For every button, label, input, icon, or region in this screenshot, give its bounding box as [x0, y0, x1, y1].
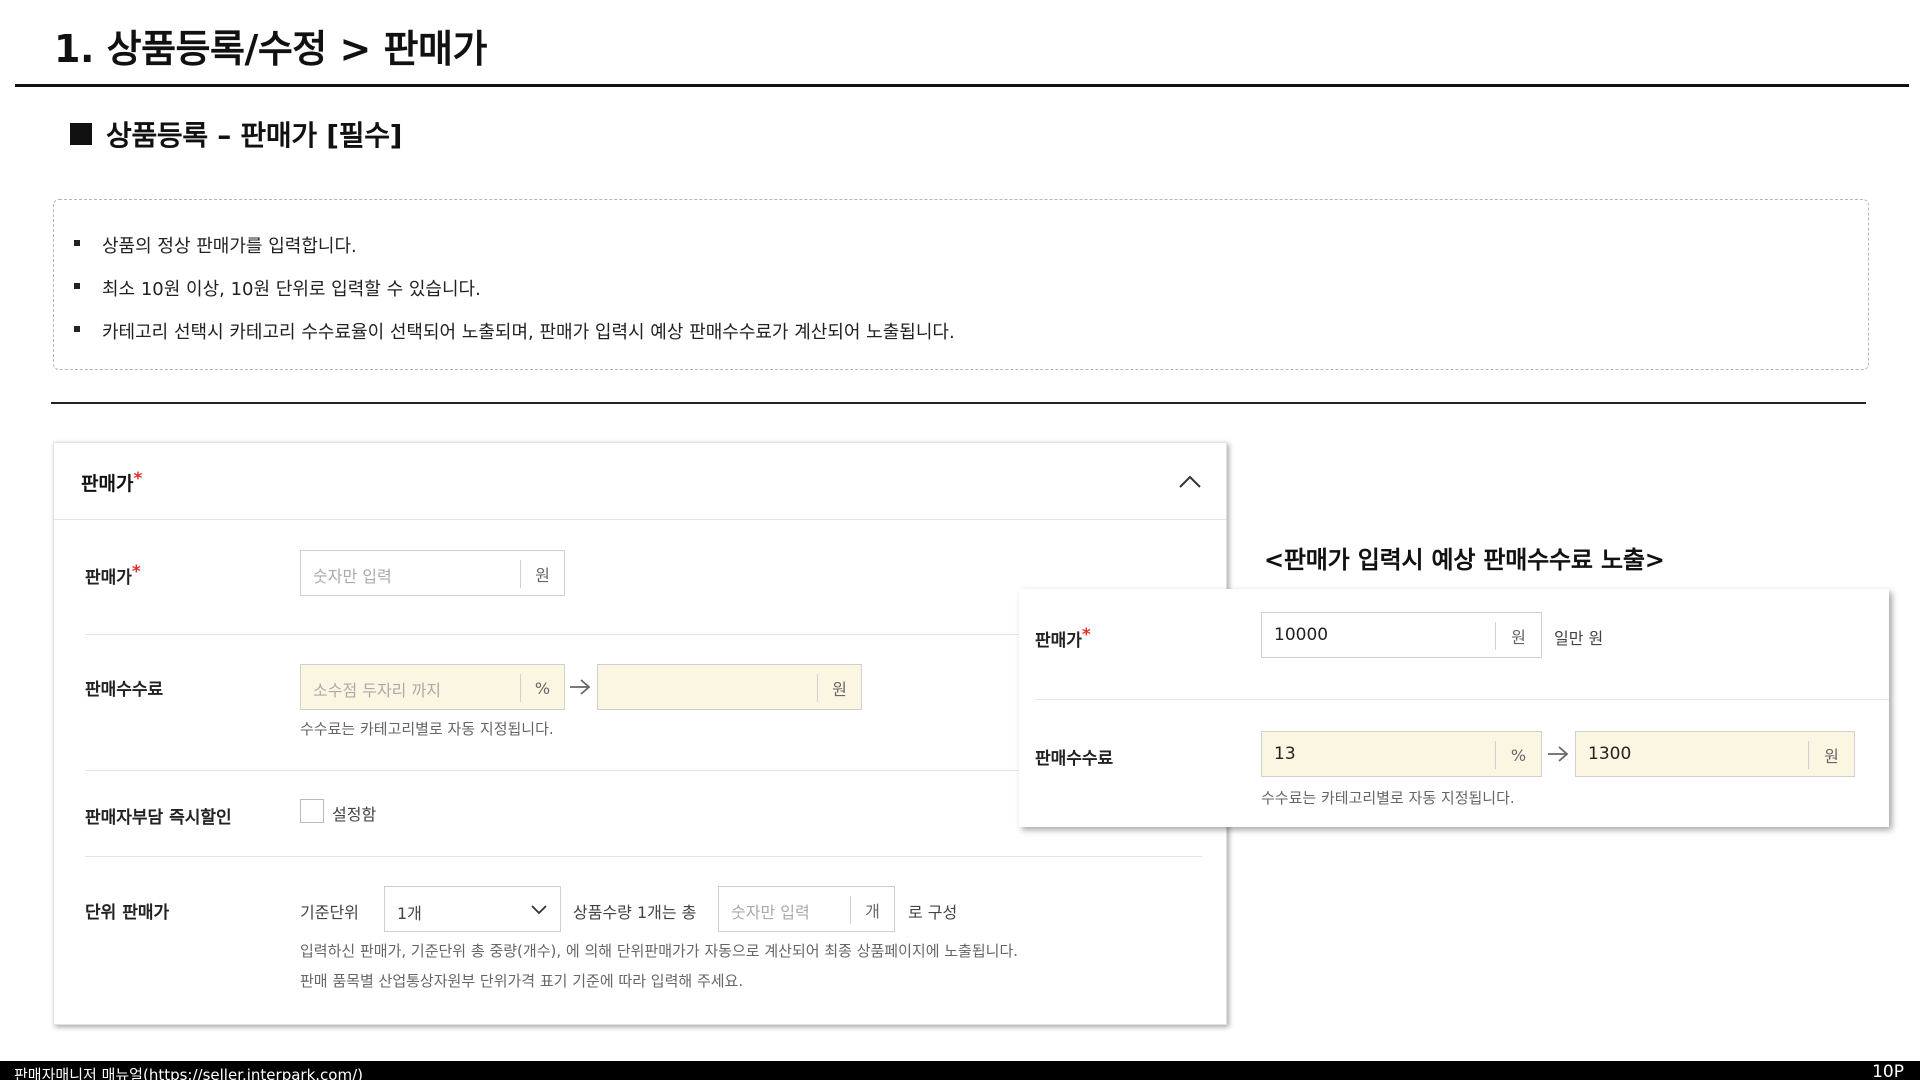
price-label-text: 판매가 [85, 568, 132, 588]
info-item-text: 카테고리 선택시 카테고리 수수료율이 선택되어 노출되며, 판매가 입력시 예… [102, 322, 955, 343]
base-unit-select[interactable]: 1개 [384, 886, 561, 932]
price-label: 판매가* [85, 562, 141, 588]
info-box: 상품의 정상 판매가를 입력합니다. 최소 10원 이상, 10원 단위로 입력… [53, 199, 1869, 370]
section-heading: 상품등록 – 판매가 [필수] [70, 114, 402, 154]
discount-checkbox[interactable] [300, 799, 324, 823]
square-bullet-icon [70, 123, 92, 145]
preview-caption: <판매가 입력시 예상 판매수수료 노출> [1264, 546, 1665, 574]
panel-title: 판매가* [81, 469, 142, 496]
info-item: 최소 10원 이상, 10원 단위로 입력할 수 있습니다. [74, 275, 955, 318]
preview-rate-value: 13 [1274, 744, 1296, 764]
preview-price-readable: 일만 원 [1554, 629, 1604, 648]
unit-price-label: 단위 판매가 [85, 903, 170, 923]
discount-checkbox-label[interactable]: 설정함 [332, 801, 376, 825]
arrow-right-icon [1548, 746, 1569, 762]
chevron-up-icon[interactable] [1178, 471, 1202, 491]
price-input-placeholder: 숫자만 입력 [313, 567, 392, 586]
preview-rate-unit: % [1495, 741, 1541, 769]
commission-amount-unit: 원 [817, 674, 861, 702]
section-divider [51, 402, 1866, 404]
title-divider [15, 84, 1909, 87]
footer-text: 판매자매니저 매뉴얼(https://seller.interpark.com/… [14, 1066, 363, 1080]
preview-price-label-text: 판매가 [1035, 631, 1082, 651]
commission-rate-unit: % [520, 674, 564, 702]
info-list: 상품의 정상 판매가를 입력합니다. 최소 10원 이상, 10원 단위로 입력… [74, 232, 955, 361]
commission-hint: 수수료는 카테고리별로 자동 지정됩니다. [300, 720, 554, 738]
unit-price-hint-1: 입력하신 판매가, 기준단위 총 중량(개수), 에 의해 단위판매가가 자동으… [300, 942, 1019, 960]
preview-commission-label: 판매수수료 [1035, 749, 1114, 769]
preview-price-unit: 원 [1495, 622, 1541, 650]
required-mark: * [133, 469, 143, 489]
preview-amount-input[interactable]: 1300 원 [1575, 731, 1855, 777]
row-divider [1035, 699, 1889, 700]
preview-amount-value: 1300 [1588, 744, 1632, 764]
commission-label: 판매수수료 [85, 680, 164, 700]
page-number: 10P [1872, 1062, 1904, 1080]
commission-rate-input[interactable]: 소수점 두자리 까지 % [300, 664, 565, 710]
page-title: 1. 상품등록/수정 > 판매가 [54, 27, 487, 71]
qty-suffix: 로 구성 [908, 903, 958, 922]
info-item-text: 최소 10원 이상, 10원 단위로 입력할 수 있습니다. [102, 279, 481, 300]
qty-input[interactable]: 숫자만 입력 개 [718, 886, 895, 932]
arrow-right-icon [570, 679, 591, 695]
preview-rate-input[interactable]: 13 % [1261, 731, 1542, 777]
info-item: 상품의 정상 판매가를 입력합니다. [74, 232, 955, 275]
footer-bar: 판매자매니저 매뉴얼(https://seller.interpark.com/… [0, 1061, 1920, 1080]
qty-prefix: 상품수량 1개는 총 [573, 903, 697, 922]
required-mark: * [1081, 625, 1091, 645]
panel-title-text: 판매가 [81, 473, 134, 495]
preview-price-label: 판매가* [1035, 625, 1091, 651]
discount-label: 판매자부담 즉시할인 [85, 808, 232, 828]
bullet-icon [74, 283, 80, 289]
base-unit-label: 기준단위 [300, 903, 359, 922]
preview-commission-hint: 수수료는 카테고리별로 자동 지정됩니다. [1261, 789, 1515, 807]
qty-unit: 개 [850, 896, 894, 924]
section-heading-text: 상품등록 – 판매가 [필수] [106, 119, 403, 152]
row-divider [85, 856, 1202, 857]
unit-price-hint-2: 판매 품목별 산업통상자원부 단위가격 표기 기준에 따라 입력해 주세요. [300, 972, 744, 990]
preview-amount-unit: 원 [1808, 741, 1854, 769]
info-item-text: 상품의 정상 판매가를 입력합니다. [102, 236, 357, 257]
info-item: 카테고리 선택시 카테고리 수수료율이 선택되어 노출되며, 판매가 입력시 예… [74, 318, 955, 361]
commission-rate-placeholder: 소수점 두자리 까지 [313, 681, 441, 700]
chevron-down-icon [531, 905, 547, 915]
commission-amount-input[interactable]: 원 [597, 664, 862, 710]
panel-header[interactable]: 판매가* [54, 443, 1226, 520]
preview-price-value: 10000 [1274, 625, 1329, 645]
preview-price-input[interactable]: 10000 원 [1261, 612, 1542, 658]
price-unit: 원 [520, 560, 564, 588]
bullet-icon [74, 326, 80, 332]
preview-panel: 판매가* 10000 원 일만 원 판매수수료 13 % 1300 원 수수료는… [1019, 589, 1889, 827]
bullet-icon [74, 240, 80, 246]
qty-input-placeholder: 숫자만 입력 [731, 903, 810, 922]
base-unit-value: 1개 [397, 904, 422, 923]
required-mark: * [131, 562, 141, 582]
price-input[interactable]: 숫자만 입력 원 [300, 550, 565, 596]
